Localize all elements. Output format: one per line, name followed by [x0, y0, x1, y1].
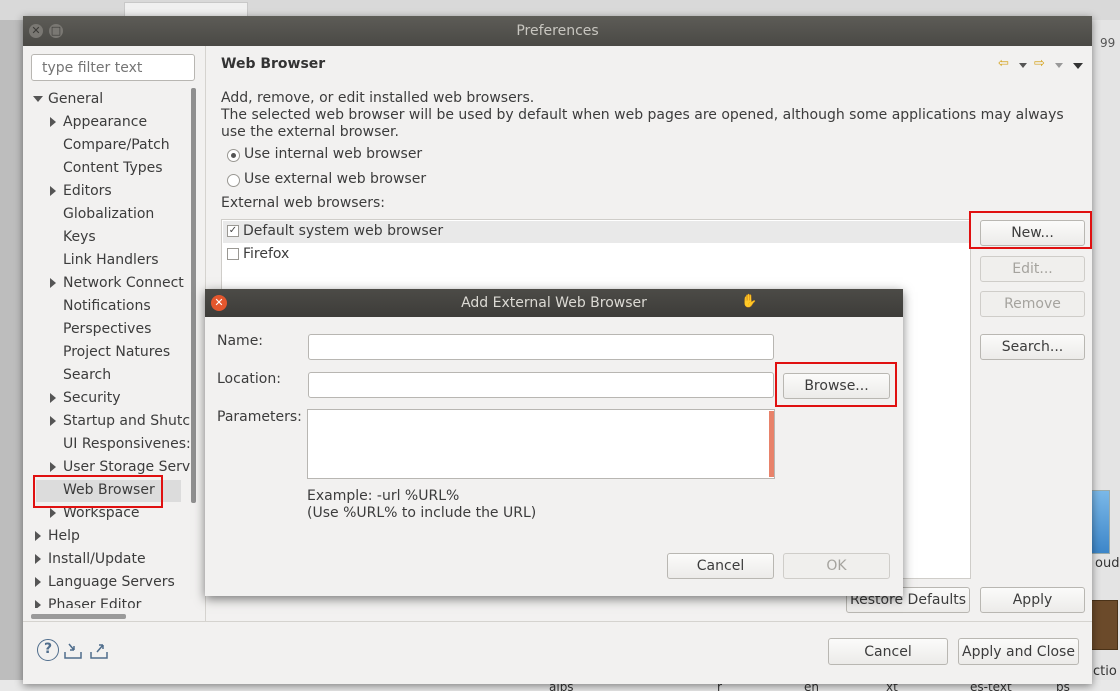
browser-checkbox-firefox[interactable]	[227, 248, 239, 260]
page-description: Add, remove, or edit installed web brows…	[221, 90, 1081, 141]
expand-right-icon[interactable]	[50, 462, 56, 472]
parameters-field[interactable]	[307, 409, 775, 479]
highlight-box-browse	[775, 362, 897, 407]
back-dropdown-icon[interactable]	[1019, 63, 1027, 68]
location-field[interactable]	[308, 372, 774, 398]
tree-item[interactable]: Link Handlers	[63, 250, 159, 270]
back-arrow-icon[interactable]: ⇦	[998, 56, 1009, 72]
parameters-example: Example: -url %URL%	[307, 488, 460, 504]
preferences-titlebar[interactable]: ✕ □ Preferences	[23, 16, 1092, 46]
tree-item[interactable]: User Storage Serv	[63, 457, 190, 477]
radio-external-label[interactable]: Use external web browser	[244, 171, 426, 187]
cancel-button[interactable]: Cancel	[828, 638, 948, 665]
tree-item[interactable]: Appearance	[63, 112, 147, 132]
ide-background-number: 99	[1100, 36, 1116, 50]
tree-item[interactable]: Security	[63, 388, 121, 408]
radio-external-browser[interactable]	[227, 174, 240, 187]
ide-background-right-panel	[1092, 20, 1120, 691]
expand-right-icon[interactable]	[35, 577, 41, 587]
radio-internal-label[interactable]: Use internal web browser	[244, 146, 422, 162]
preferences-tree[interactable]: General Appearance Compare/Patch Content Ty…	[29, 88, 197, 608]
tree-item[interactable]: Content Types	[63, 158, 163, 178]
tree-item[interactable]: Network Connect	[63, 273, 184, 293]
tree-item[interactable]: Compare/Patch	[63, 135, 170, 155]
ide-background-label: ouds	[1095, 556, 1120, 571]
export-icon[interactable]	[89, 642, 109, 660]
forward-dropdown-icon[interactable]	[1055, 63, 1063, 68]
view-menu-icon[interactable]	[1073, 63, 1083, 69]
remove-browser-button[interactable]: Remove	[980, 291, 1085, 317]
window-title: Preferences	[516, 23, 599, 39]
tree-item[interactable]: UI Responsivenes:	[63, 434, 191, 454]
external-browsers-label: External web browsers:	[221, 195, 385, 211]
tree-item[interactable]: Phaser Editor	[48, 595, 141, 608]
browser-checkbox-default[interactable]: ✓	[227, 225, 239, 237]
radio-internal-browser[interactable]	[227, 149, 240, 162]
name-label: Name:	[217, 333, 264, 349]
apply-and-close-button[interactable]: Apply and Close	[958, 638, 1079, 665]
tree-item[interactable]: Install/Update	[48, 549, 146, 569]
tree-item[interactable]: Help	[48, 526, 80, 546]
tree-item[interactable]: Editors	[63, 181, 112, 201]
dialog-cancel-button[interactable]: Cancel	[667, 553, 774, 579]
dialog-title: Add External Web Browser	[461, 295, 647, 311]
ide-background-label: ctio	[1093, 664, 1117, 679]
expand-right-icon[interactable]	[50, 508, 56, 518]
browser-item-default[interactable]: Default system web browser	[243, 223, 443, 239]
tree-item[interactable]: Notifications	[63, 296, 151, 316]
expand-right-icon[interactable]	[50, 393, 56, 403]
parameters-label: Parameters:	[217, 409, 302, 425]
description-line: Add, remove, or edit installed web brows…	[221, 90, 535, 106]
forward-arrow-icon[interactable]: ⇨	[1034, 56, 1045, 72]
highlight-box-web-browser	[33, 475, 163, 508]
expand-right-icon[interactable]	[50, 117, 56, 127]
name-field[interactable]	[308, 334, 774, 360]
tree-item[interactable]: Perspectives	[63, 319, 151, 339]
description-line: The selected web browser will be used by…	[221, 107, 1064, 140]
dialog-ok-button[interactable]: OK	[783, 553, 890, 579]
page-title: Web Browser	[221, 56, 326, 72]
footer-divider	[23, 621, 1092, 622]
tree-vertical-scrollbar[interactable]	[191, 88, 196, 503]
dialog-titlebar[interactable]: ✕ Add External Web Browser ✋	[205, 289, 903, 317]
browser-item-firefox[interactable]: Firefox	[243, 246, 289, 262]
help-icon[interactable]: ?	[37, 639, 59, 661]
tree-item[interactable]: Keys	[63, 227, 96, 247]
filter-input[interactable]	[31, 54, 195, 81]
search-browsers-button[interactable]: Search...	[980, 334, 1085, 360]
tree-item[interactable]: Language Servers	[48, 572, 175, 592]
tree-item[interactable]: Project Natures	[63, 342, 170, 362]
expand-right-icon[interactable]	[35, 531, 41, 541]
location-label: Location:	[217, 371, 281, 387]
edit-browser-button[interactable]: Edit...	[980, 256, 1085, 282]
expand-right-icon[interactable]	[35, 600, 41, 608]
expand-right-icon[interactable]	[50, 186, 56, 196]
ide-background-image	[1091, 600, 1118, 650]
parameters-scrollbar[interactable]	[769, 411, 774, 477]
highlight-box-new	[969, 211, 1092, 249]
import-icon[interactable]	[63, 642, 83, 660]
tree-item[interactable]: Globalization	[63, 204, 154, 224]
tree-horizontal-scrollbar[interactable]	[31, 614, 126, 619]
parameters-example-note: (Use %URL% to include the URL)	[307, 505, 537, 521]
tree-item[interactable]: Startup and Shutc	[63, 411, 190, 431]
hand-cursor-icon: ✋	[741, 294, 758, 309]
expand-right-icon[interactable]	[50, 278, 56, 288]
tree-item[interactable]: General	[48, 89, 103, 109]
apply-button[interactable]: Apply	[980, 587, 1085, 613]
expand-down-icon[interactable]	[33, 96, 43, 102]
expand-right-icon[interactable]	[35, 554, 41, 564]
tree-item[interactable]: Search	[63, 365, 111, 385]
ide-background-image	[1091, 490, 1110, 554]
add-browser-dialog: ✕ Add External Web Browser ✋ Name: Locat…	[205, 289, 903, 596]
expand-right-icon[interactable]	[50, 416, 56, 426]
